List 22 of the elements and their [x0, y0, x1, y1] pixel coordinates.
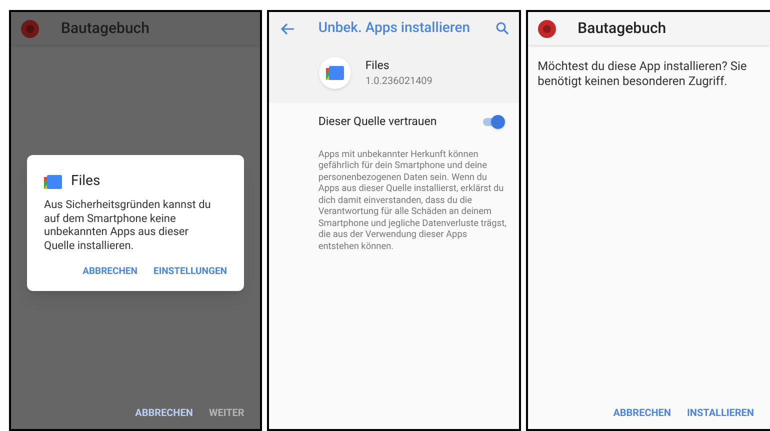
- app-title: Bautagebuch: [578, 18, 666, 40]
- screen-title: Unbek. Apps installieren: [318, 19, 470, 38]
- dialog-title: Files: [71, 172, 100, 191]
- app-icon: [538, 20, 556, 38]
- text-button[interactable]: ABBRECHEN: [82, 265, 138, 280]
- dialog-message: Aus Sicherheitsgründen kannst du auf dem Smartphone keine unbekannten Apps aus dieser Quelle installieren.: [44, 198, 212, 252]
- app-name: Files: [365, 57, 390, 74]
- description-text: Apps mit unbekannter Herkunft können gefährlich für dein Smartphone und deine personenbezogenen Daten sein. Wenn du Apps aus dieser Quelle installierst, erklärst du dich damit einverstanden, dass du die Verantwortung für alle Schäden an deinem Smartphone und jegliche Datenverluste trägst, die aus der Verwendung dieser Apps entstehen können.: [317, 148, 508, 252]
- text-button[interactable]: ABBRECHEN: [613, 406, 671, 421]
- app-icon: [21, 20, 39, 38]
- folder-icon: [44, 174, 62, 188]
- text-button[interactable]: INSTALLIEREN: [687, 406, 754, 421]
- toggle-switch[interactable]: [482, 114, 505, 129]
- back-icon[interactable]: [281, 22, 296, 34]
- app-version: 1.0.236021409: [365, 75, 432, 90]
- app-title: Bautagebuch: [61, 18, 150, 40]
- toggle-label: Dieser Quelle vertrauen: [318, 113, 437, 130]
- text-button[interactable]: EINSTELLUNGEN: [153, 265, 227, 280]
- app-icon: [319, 57, 352, 90]
- text-button[interactable]: ABBRECHEN: [135, 406, 193, 421]
- search-icon[interactable]: [496, 22, 509, 35]
- install-message: Möchtest du diese App installieren? Sie benötigt keinen besonderen Zugriff.: [536, 59, 748, 89]
